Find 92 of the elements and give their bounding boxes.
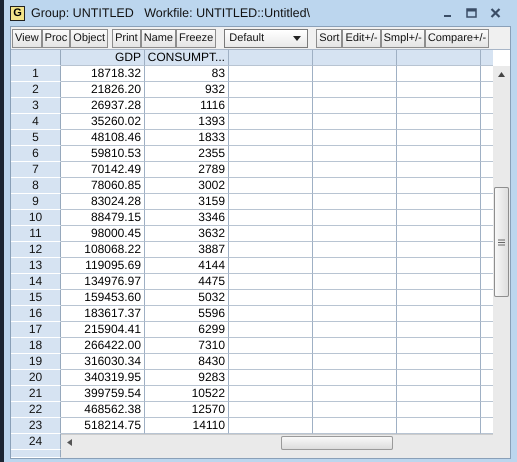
table-cell: 70142.49 [61,162,145,178]
close-icon[interactable] [490,8,501,18]
row-number: 16 [11,306,61,322]
row-number: 20 [11,370,61,386]
row-number: 4 [11,114,61,130]
toolbar-button[interactable]: Sort [316,28,342,48]
table-cell: 10522 [145,386,229,402]
scroll-up-icon[interactable] [498,72,505,77]
table-cell: 399759.54 [61,386,145,402]
row-number: 18 [11,338,61,354]
table-cell: 316030.34 [61,354,145,370]
table-cell: 8430 [145,354,229,370]
table-cell: 5032 [145,290,229,306]
table-cell: 1393 [145,114,229,130]
row-number: 21 [11,386,61,402]
toolbar-button[interactable]: Print [112,28,141,48]
row-number: 6 [11,146,61,162]
toolbar-button[interactable]: Smpl+/- [380,28,425,48]
table-cell: 266422.00 [61,338,145,354]
table-cell: 26937.28 [61,98,145,114]
table-cell: 932 [145,82,229,98]
row-number: 11 [11,226,61,242]
toolbar-button[interactable]: Freeze [176,28,216,48]
toolbar-button[interactable]: View [12,28,42,48]
table-cell: 134976.97 [61,274,145,290]
table-cell: 1116 [145,98,229,114]
row-number: 2 [11,82,61,98]
table-cell: 98000.45 [61,226,145,242]
table-cell: 340319.95 [61,370,145,386]
table-cell: 12570 [145,402,229,418]
table-cell: 7310 [145,338,229,354]
table-cell: 5596 [145,306,229,322]
row-number: 12 [11,242,61,258]
table-cell: 4144 [145,258,229,274]
row-number: 15 [11,290,61,306]
table-cell: 215904.41 [61,322,145,338]
scrollbar-thumb[interactable] [494,187,509,297]
table-cell: 3002 [145,178,229,194]
table-cell: 468562.38 [61,402,145,418]
row-number: 3 [11,98,61,114]
table-cell: 35260.02 [61,114,145,130]
vertical-scrollbar[interactable] [493,66,510,458]
column-header: GDP [61,50,145,66]
table-cell: 1833 [145,130,229,146]
table-cell: 159453.60 [61,290,145,306]
row-number: 9 [11,194,61,210]
table-cell: 21826.20 [61,82,145,98]
row-number: 19 [11,354,61,370]
table-cell: 4475 [145,274,229,290]
row-number: 7 [11,162,61,178]
table-cell: 83 [145,66,229,82]
table-cell: 3887 [145,242,229,258]
row-number: 10 [11,210,61,226]
table-cell: 3159 [145,194,229,210]
table-cell: 2355 [145,146,229,162]
table-cell: 18718.32 [61,66,145,82]
app-icon: G [10,6,25,20]
row-number: 13 [11,258,61,274]
table-cell: 6299 [145,322,229,338]
window-title: Group: UNTITLED Workfile: UNTITLED::Untitled\ [31,6,311,20]
row-number: 22 [11,402,61,418]
table-cell: 83024.28 [61,194,145,210]
table-cell: 108068.22 [61,242,145,258]
table-cell: 2789 [145,162,229,178]
table-cell: 78060.85 [61,178,145,194]
row-number: 23 [11,418,61,434]
row-number: 17 [11,322,61,338]
table-cell: 183617.37 [61,306,145,322]
scroll-left-icon[interactable] [67,439,73,446]
toolbar-button[interactable]: Compare+/- [424,28,490,48]
toolbar-button[interactable]: Object [70,28,108,48]
column-header: CONSUMPT... [145,50,229,66]
table-cell: 3346 [145,210,229,226]
table-cell: 9283 [145,370,229,386]
table-cell: 3632 [145,226,229,242]
dropdown-caret-icon [293,36,302,40]
view-dropdown[interactable]: Default [224,28,308,48]
toolbar-button[interactable]: Edit+/- [342,28,381,48]
table-cell: 88479.15 [61,210,145,226]
row-number: 24 [11,434,61,450]
grip-icon [498,238,505,246]
maximize-icon[interactable] [466,8,477,18]
row-number: 8 [11,178,61,194]
table-cell: 119095.69 [61,258,145,274]
row-number: 1 [11,66,61,82]
table-cell: 59810.53 [61,146,145,162]
scrollbar-thumb[interactable] [281,436,393,450]
toolbar-button[interactable]: Name [140,28,176,48]
toolbar-button[interactable]: Proc [42,28,70,48]
row-number: 5 [11,130,61,146]
row-number: 14 [11,274,61,290]
table-cell: 48108.46 [61,130,145,146]
